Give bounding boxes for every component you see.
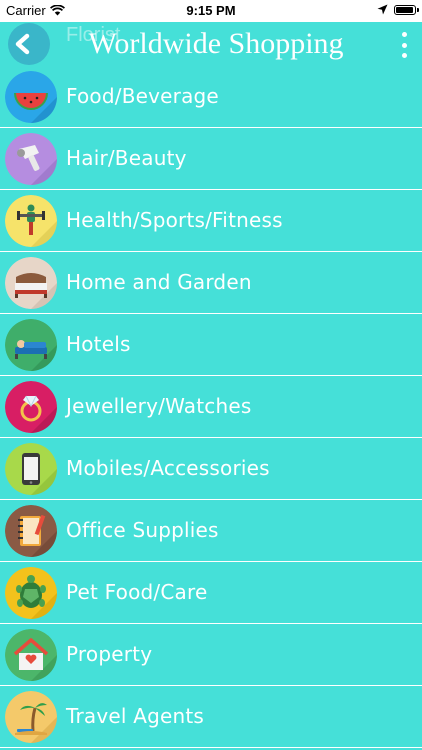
bed-icon bbox=[5, 257, 57, 309]
mobile-phone-icon bbox=[5, 443, 57, 495]
battery-icon bbox=[394, 4, 419, 15]
category-item-property[interactable]: Property bbox=[0, 624, 422, 686]
fitness-icon bbox=[5, 195, 57, 247]
status-indicators bbox=[377, 4, 419, 15]
category-label: Jewellery/Watches bbox=[66, 394, 252, 418]
more-dot bbox=[401, 42, 407, 48]
category-label: Pet Food/Care bbox=[66, 580, 208, 604]
category-item-pet-food-care[interactable]: Pet Food/Care bbox=[0, 562, 422, 624]
category-item-travel-agents[interactable]: Travel Agents bbox=[0, 686, 422, 748]
category-label: Mobiles/Accessories bbox=[66, 456, 270, 480]
category-item-hair-beauty[interactable]: Hair/Beauty bbox=[0, 128, 422, 190]
category-item-mobiles-accessories[interactable]: Mobiles/Accessories bbox=[0, 438, 422, 500]
category-label: Travel Agents bbox=[66, 704, 205, 728]
category-label: Office Supplies bbox=[66, 518, 219, 542]
category-list: Food/Beverage Hair/Beauty Health/Sports/ bbox=[0, 66, 422, 748]
more-dot bbox=[401, 53, 407, 58]
ring-icon bbox=[5, 381, 57, 433]
location-arrow-icon bbox=[377, 4, 388, 15]
category-item-jewellery-watches[interactable]: Jewellery/Watches bbox=[0, 376, 422, 438]
palm-beach-icon bbox=[5, 691, 57, 743]
nav-bar: Florist Worldwide Shopping bbox=[0, 22, 422, 66]
category-label: Property bbox=[66, 642, 153, 666]
back-button[interactable] bbox=[10, 31, 36, 57]
category-label: Hair/Beauty bbox=[66, 146, 187, 170]
category-item-food-beverage[interactable]: Food/Beverage bbox=[0, 66, 422, 128]
notebook-icon bbox=[5, 505, 57, 557]
house-icon bbox=[5, 629, 57, 681]
more-menu-button[interactable] bbox=[398, 32, 410, 58]
category-label: Hotels bbox=[66, 332, 131, 356]
status-bar: Carrier 9:15 PM bbox=[0, 0, 422, 22]
hotel-bed-icon bbox=[5, 319, 57, 371]
battery-level bbox=[396, 6, 414, 13]
category-item-hotels[interactable]: Hotels bbox=[0, 314, 422, 376]
chevron-left-icon bbox=[15, 33, 30, 55]
page-title: Worldwide Shopping bbox=[88, 27, 344, 60]
category-item-health-sports-fitness[interactable]: Health/Sports/Fitness bbox=[0, 190, 422, 252]
category-item-office-supplies[interactable]: Office Supplies bbox=[0, 500, 422, 562]
category-item-home-and-garden[interactable]: Home and Garden bbox=[0, 252, 422, 314]
turtle-icon bbox=[5, 567, 57, 619]
category-label: Health/Sports/Fitness bbox=[66, 208, 283, 232]
category-label: Food/Beverage bbox=[66, 84, 219, 108]
category-label: Home and Garden bbox=[66, 270, 252, 294]
watermelon-icon bbox=[5, 71, 57, 123]
clock: 9:15 PM bbox=[186, 3, 236, 18]
hairdryer-icon bbox=[5, 133, 57, 185]
more-vertical-icon bbox=[401, 32, 407, 37]
